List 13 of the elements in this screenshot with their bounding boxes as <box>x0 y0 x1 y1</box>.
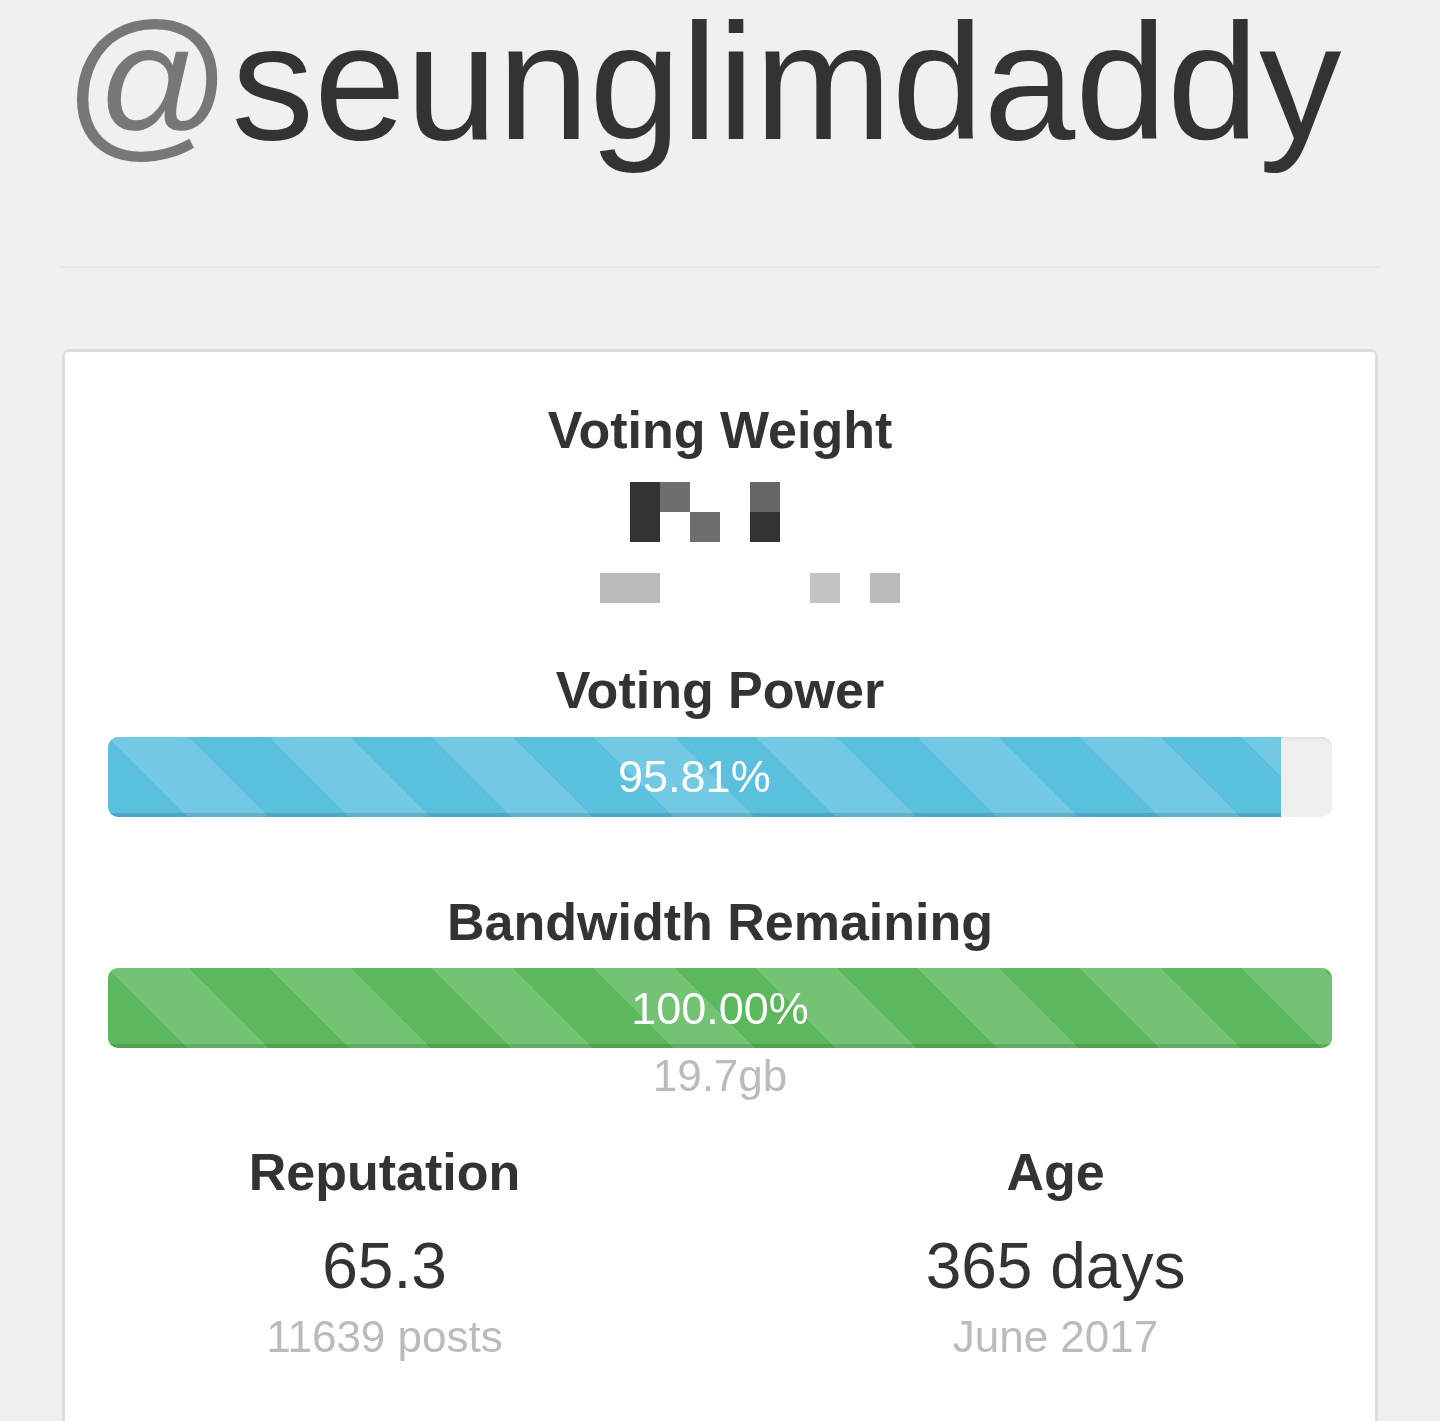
stat-value: 65.3 <box>321 1229 448 1305</box>
progress-reading: 95.81% <box>617 754 772 800</box>
username-heading: @seunglimdaddy <box>63 0 1342 176</box>
section-title: Voting Power <box>554 660 886 722</box>
stat-label: Reputation <box>247 1142 522 1203</box>
section-title: Bandwidth Remaining <box>446 891 994 953</box>
progress-reading: 100.00% <box>630 985 810 1031</box>
stat-detail: 11639 posts <box>265 1311 504 1364</box>
stat-label: Age <box>1005 1142 1106 1203</box>
stat-value: 365 days <box>924 1229 1187 1305</box>
section-title: Voting Weight <box>546 400 894 461</box>
bandwidth-amount: 19.7gb <box>651 1050 789 1103</box>
stat-detail: June 2017 <box>951 1311 1160 1364</box>
